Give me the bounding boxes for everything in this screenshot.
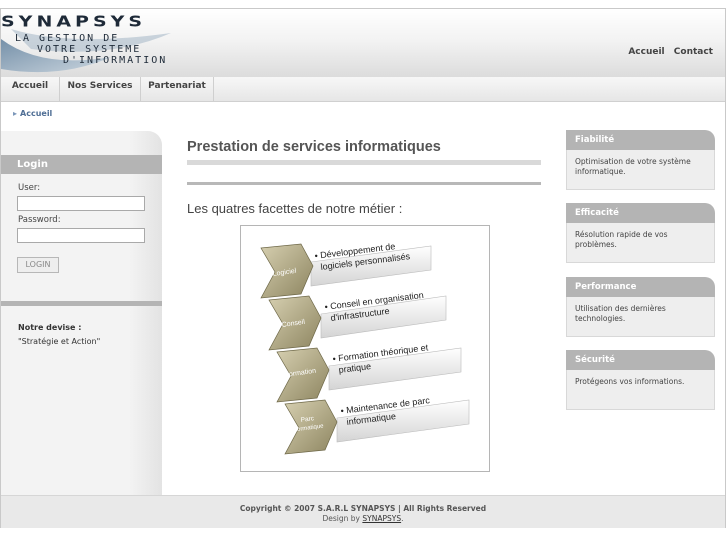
devise-text: "Stratégie et Action" (18, 337, 101, 346)
footer-design: Design by SYNAPSYS. (1, 514, 725, 523)
top-link-accueil[interactable]: Accueil (628, 47, 664, 57)
sidebar-divider (1, 301, 162, 306)
top-link-contact[interactable]: Contact (674, 47, 713, 57)
card-securite: Sécurité Protégeons vos informations. (566, 350, 715, 410)
card-performance: Performance Utilisation des dernières te… (566, 277, 715, 337)
site-header: SYNAPSYS LA GESTION DE VOTRE SYSTEME D'I… (1, 9, 725, 78)
card-title: Performance (566, 277, 715, 297)
site-footer: Copyright © 2007 S.A.R.L SYNAPSYS | All … (1, 495, 725, 528)
title-underline (187, 160, 541, 165)
top-links: Accueil Contact (622, 47, 713, 57)
footer-design-suffix: . (401, 514, 404, 523)
card-fiabilite: Fiabilité Optimisation de votre système … (566, 130, 715, 190)
password-input[interactable] (17, 228, 145, 243)
breadcrumb-accueil[interactable]: Accueil (20, 109, 52, 118)
user-label: User: (18, 183, 41, 193)
card-body: Protégeons vos informations. (566, 370, 715, 410)
nav-item-partenariat[interactable]: Partenariat (141, 77, 214, 101)
card-body: Utilisation des dernières technologies. (566, 297, 715, 337)
card-title: Fiabilité (566, 130, 715, 150)
logo-tagline-3: D'INFORMATION (63, 55, 168, 66)
footer-design-prefix: Design by (322, 514, 363, 523)
card-body: Optimisation de votre système informatiq… (566, 150, 715, 190)
breadcrumb: ▸ Accueil (13, 109, 52, 118)
card-title: Efficacité (566, 203, 715, 223)
nav-item-accueil[interactable]: Accueil (1, 77, 60, 101)
logo-title: SYNAPSYS (1, 13, 147, 31)
page-frame: SYNAPSYS LA GESTION DE VOTRE SYSTEME D'I… (0, 8, 726, 528)
devise-title: Notre devise : (18, 323, 82, 332)
footer-design-link[interactable]: SYNAPSYS (362, 514, 401, 523)
login-button[interactable]: LOGIN (17, 257, 59, 273)
services-diagram-graphic: Logiciel Conseil Formation Parc informat… (260, 241, 470, 455)
footer-copyright: Copyright © 2007 S.A.R.L SYNAPSYS | All … (239, 504, 487, 513)
services-diagram: Logiciel Conseil Formation Parc informat… (240, 225, 490, 472)
card-body: Résolution rapide de vos problèmes. (566, 223, 715, 263)
user-input[interactable] (17, 196, 145, 211)
section-subtitle: Les quatres facettes de notre métier : (187, 201, 403, 216)
logo-tagline-1: LA GESTION DE (15, 33, 120, 44)
main-nav: Accueil Nos Services Partenariat (1, 77, 725, 102)
password-label: Password: (18, 215, 61, 225)
left-sidebar: Login User: Password: LOGIN Notre devise… (1, 131, 162, 495)
card-efficacite: Efficacité Résolution rapide de vos prob… (566, 203, 715, 263)
section-divider (187, 182, 541, 185)
login-heading: Login (1, 155, 162, 174)
card-title: Sécurité (566, 350, 715, 370)
breadcrumb-arrow-icon: ▸ (13, 109, 18, 118)
page-title: Prestation de services informatiques (187, 139, 441, 155)
logo-tagline-2: VOTRE SYSTEME (37, 44, 142, 55)
nav-item-nos-services[interactable]: Nos Services (60, 77, 141, 101)
